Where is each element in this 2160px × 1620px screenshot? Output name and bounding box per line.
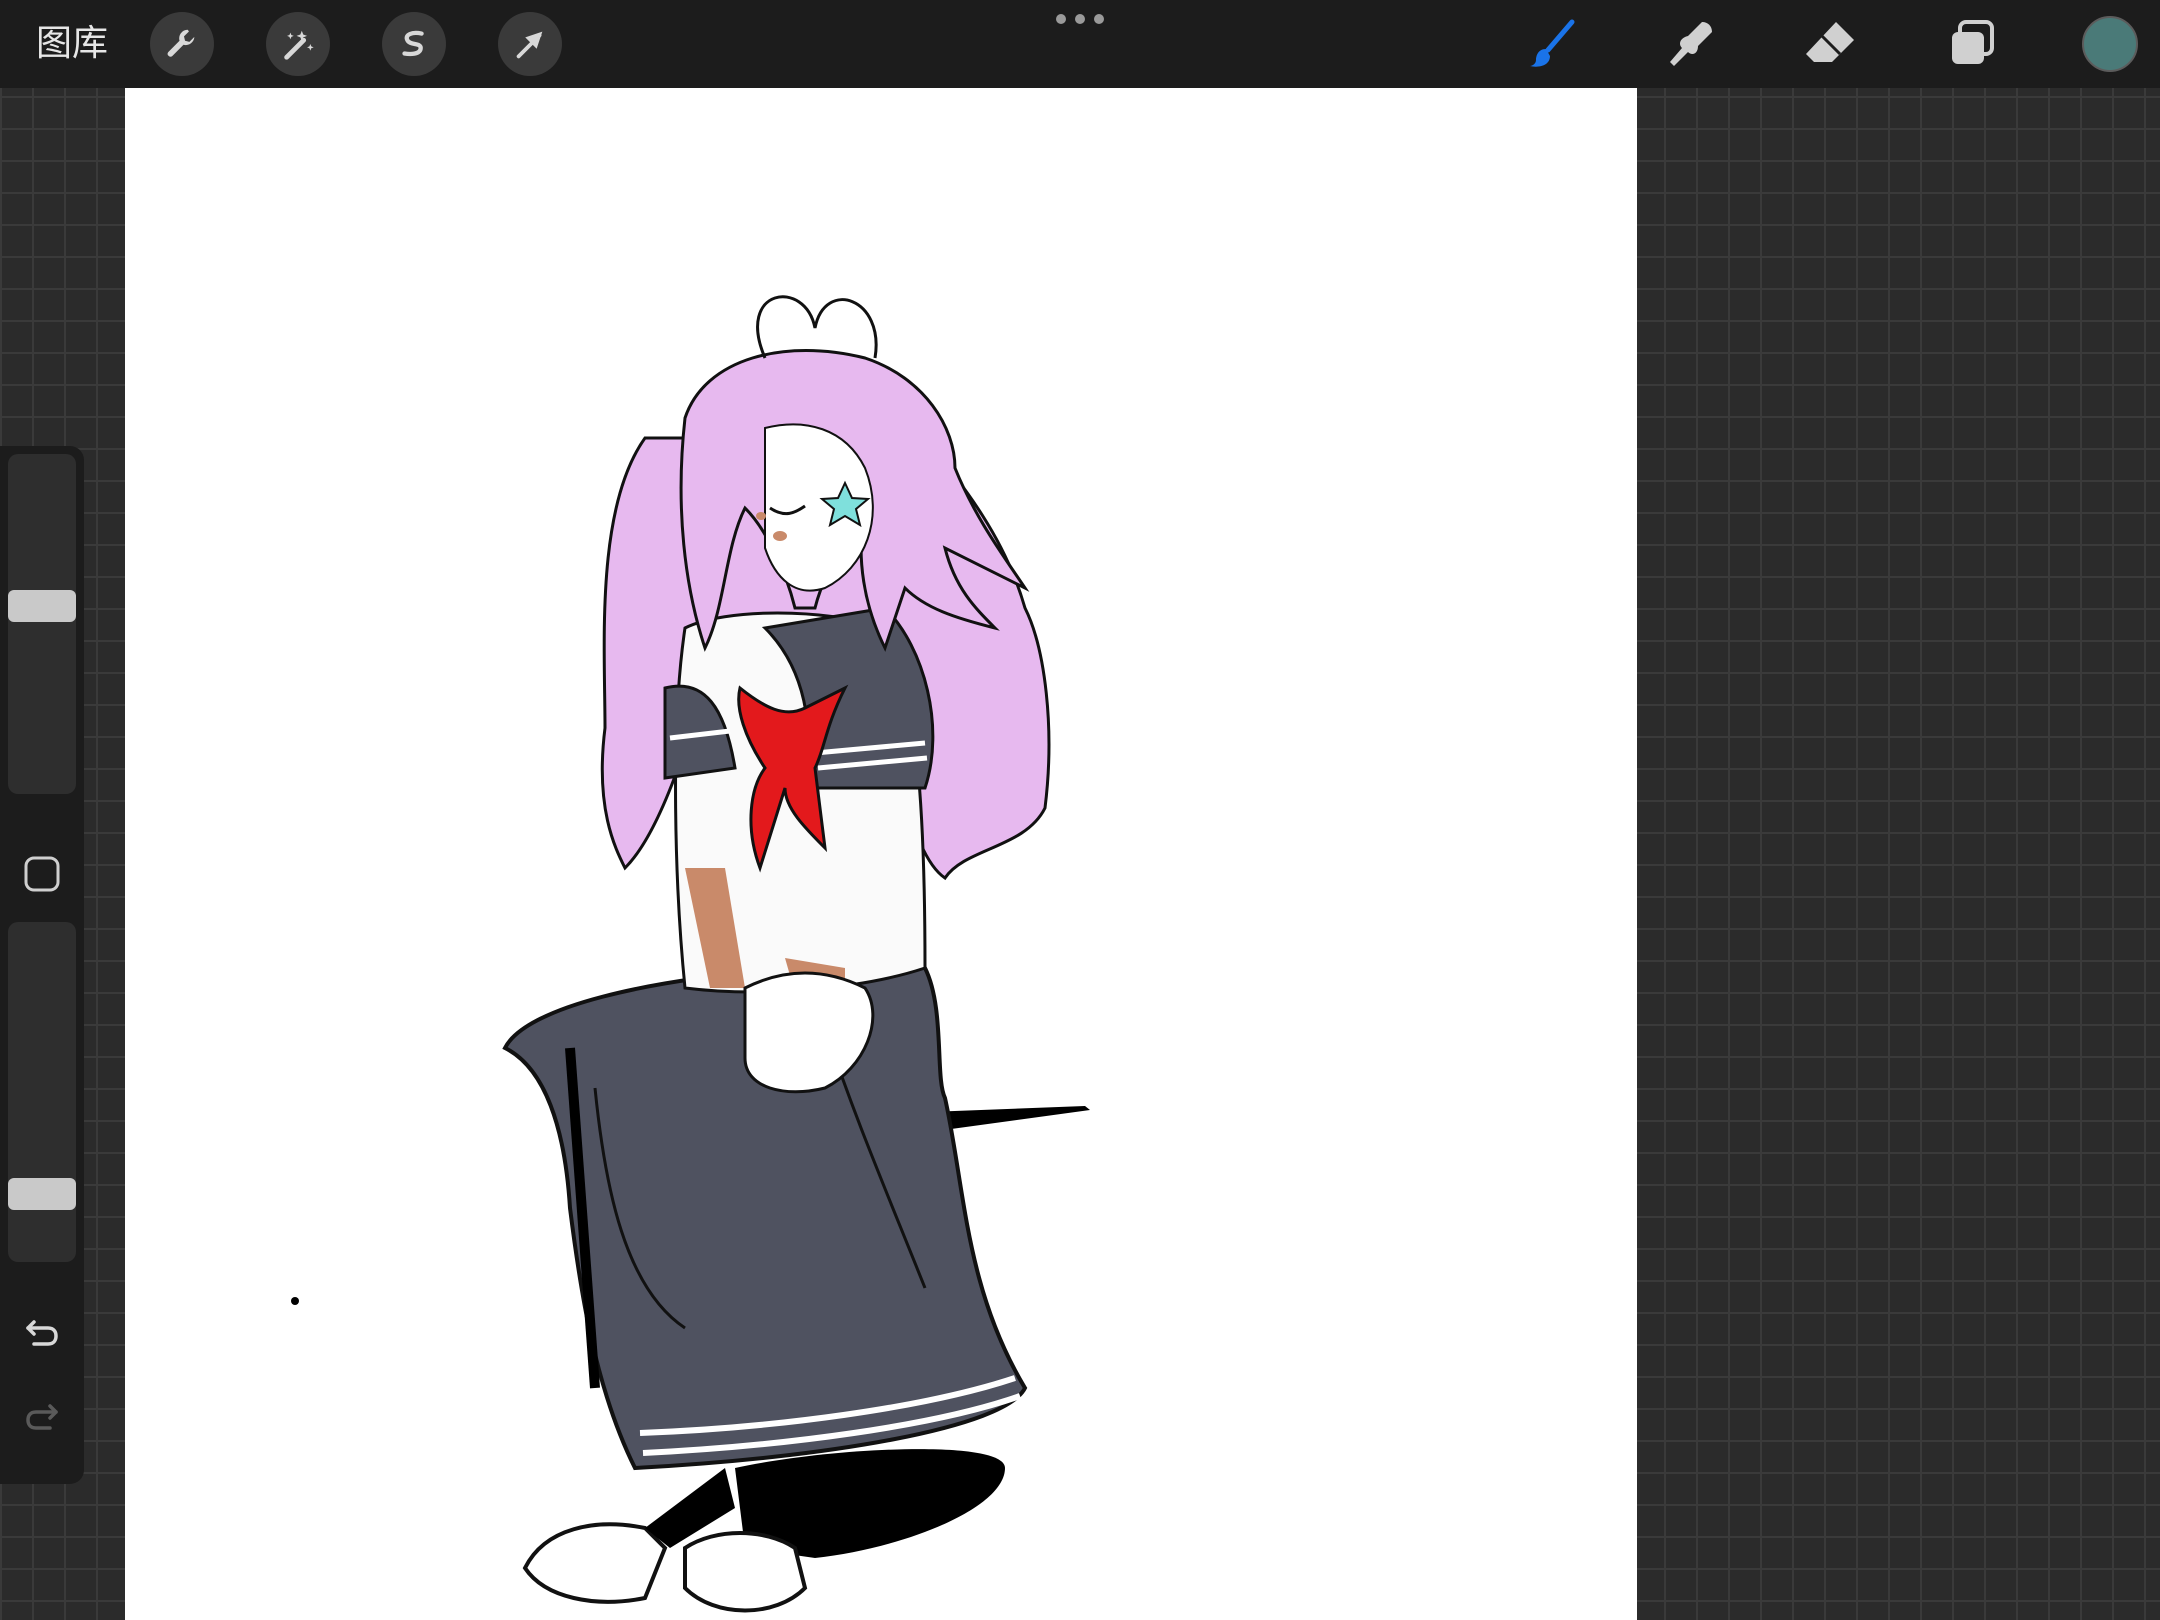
drawing-canvas[interactable] bbox=[125, 88, 1637, 1620]
square-icon bbox=[24, 856, 60, 892]
redo-button[interactable] bbox=[18, 1392, 66, 1440]
gallery-button[interactable]: 图库 bbox=[36, 20, 108, 68]
undo-button[interactable] bbox=[18, 1308, 66, 1356]
wrench-icon bbox=[167, 29, 195, 57]
opacity-thumb[interactable] bbox=[8, 1177, 76, 1210]
brush-button[interactable] bbox=[1522, 14, 1582, 74]
redo-icon bbox=[26, 1404, 58, 1430]
layers-button[interactable] bbox=[1942, 14, 2002, 74]
transform-button[interactable] bbox=[498, 12, 562, 76]
magic-wand-icon bbox=[284, 30, 314, 60]
more-options-icon[interactable] bbox=[1056, 10, 1104, 28]
top-toolbar: 图库 bbox=[0, 0, 2160, 88]
transform-arrow-icon bbox=[516, 31, 543, 59]
artwork-illustration bbox=[291, 295, 1090, 1613]
left-sidebar bbox=[0, 446, 84, 1484]
actions-button[interactable] bbox=[150, 12, 214, 76]
opacity-slider[interactable] bbox=[8, 922, 76, 1262]
brush-size-thumb[interactable] bbox=[8, 589, 76, 622]
eraser-button[interactable] bbox=[1800, 14, 1860, 74]
adjustments-button[interactable] bbox=[266, 12, 330, 76]
selection-button[interactable] bbox=[382, 12, 446, 76]
smudge-icon bbox=[1670, 22, 1712, 66]
brush-size-slider[interactable] bbox=[8, 454, 76, 794]
smudge-button[interactable] bbox=[1660, 14, 1720, 74]
undo-icon bbox=[26, 1320, 58, 1346]
modify-button[interactable] bbox=[22, 854, 62, 894]
brush-icon bbox=[1530, 19, 1575, 67]
color-swatch[interactable] bbox=[2082, 16, 2138, 72]
layers-icon bbox=[1952, 20, 1994, 64]
eraser-icon bbox=[1806, 22, 1854, 62]
selection-s-icon bbox=[402, 30, 424, 57]
